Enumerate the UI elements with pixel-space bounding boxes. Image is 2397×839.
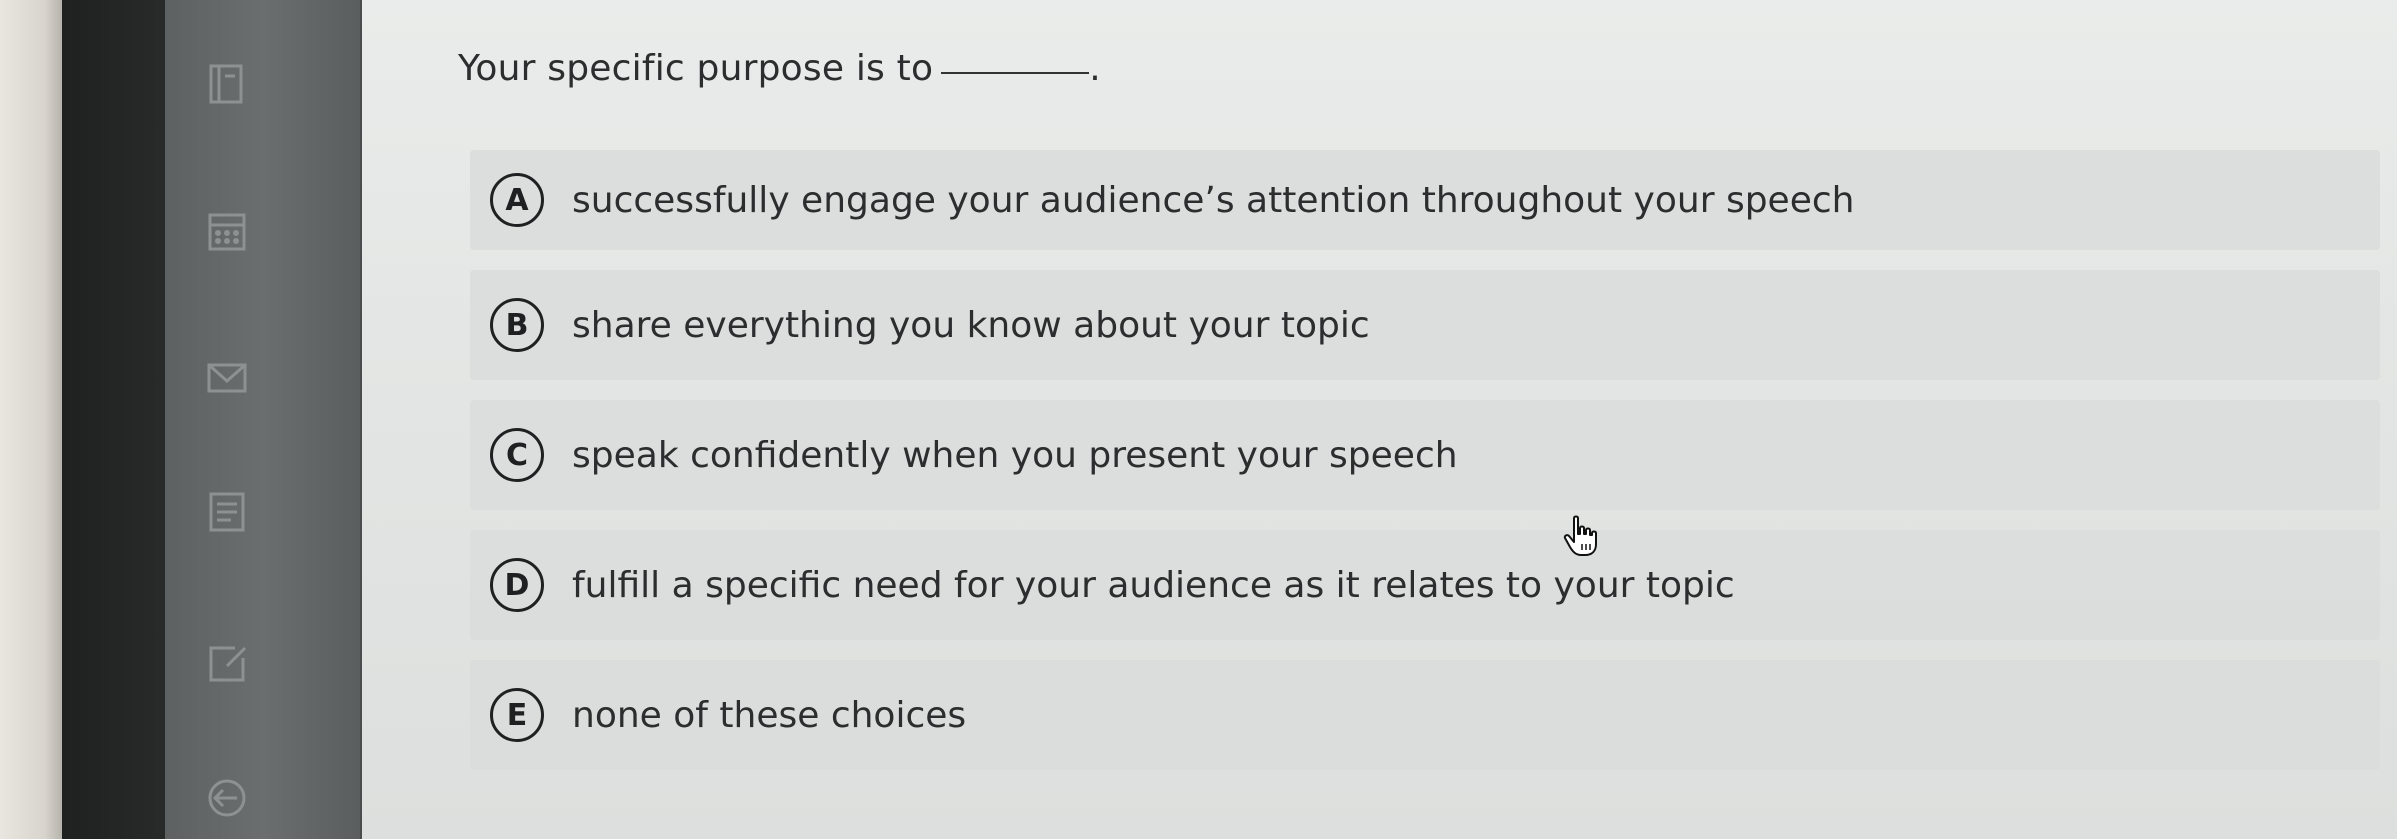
- back-icon[interactable]: [205, 776, 249, 820]
- hand-pointer-icon: [1560, 514, 1604, 558]
- choice-letter-badge: B: [490, 298, 544, 352]
- choice-text: share everything you know about your top…: [572, 304, 1370, 346]
- answer-blank: [941, 72, 1090, 74]
- choice-c[interactable]: C speak confidently when you present you…: [470, 400, 2380, 510]
- choice-a[interactable]: A successfully engage your audience’s at…: [470, 150, 2380, 250]
- book-icon[interactable]: [205, 62, 249, 106]
- choice-d[interactable]: D fulfill a specific need for your audie…: [470, 530, 2380, 640]
- side-toolbar: [165, 0, 360, 839]
- answer-choices: A successfully engage your audience’s at…: [470, 150, 2380, 790]
- choice-letter-badge: A: [490, 173, 544, 227]
- question-suffix: .: [1089, 48, 1101, 89]
- question-text: Your specific purpose is to: [458, 48, 934, 89]
- question-prompt: Your specific purpose is to.: [458, 48, 1101, 89]
- choice-letter-badge: D: [490, 558, 544, 612]
- document-icon[interactable]: [205, 490, 249, 534]
- choice-letter-badge: C: [490, 428, 544, 482]
- choice-b[interactable]: B share everything you know about your t…: [470, 270, 2380, 380]
- choice-e[interactable]: E none of these choices: [470, 660, 2380, 770]
- mail-icon[interactable]: [205, 356, 249, 400]
- choice-text: fulfill a specific need for your audienc…: [572, 564, 1735, 606]
- choice-text: successfully engage your audience’s atte…: [572, 179, 1855, 221]
- choice-text: none of these choices: [572, 694, 967, 736]
- edit-icon[interactable]: [205, 642, 249, 686]
- choice-text: speak confidently when you present your …: [572, 434, 1458, 476]
- choice-letter-badge: E: [490, 688, 544, 742]
- calculator-icon[interactable]: [205, 210, 249, 254]
